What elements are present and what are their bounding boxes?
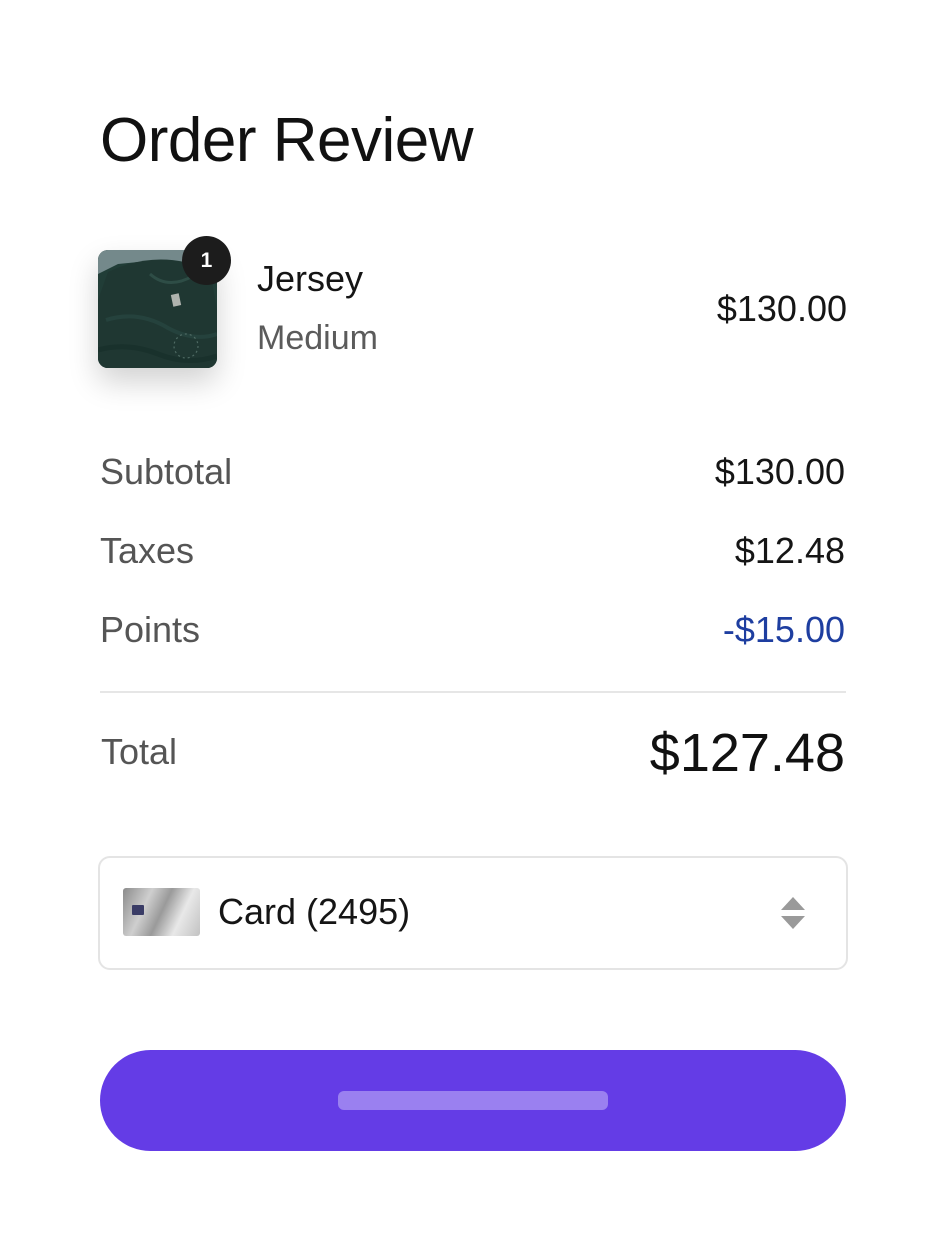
item-variant: Medium [257,319,378,357]
payment-method-select[interactable]: Card (2495) [98,856,848,970]
points-row: Points -$15.00 [100,608,845,687]
total-value: $127.48 [649,723,845,783]
total-label: Total [101,731,178,772]
taxes-row: Taxes $12.48 [100,529,845,608]
button-label-placeholder [338,1091,608,1110]
taxes-value: $12.48 [734,530,845,571]
payment-method-label: Card (2495) [218,891,411,932]
subtotal-value: $130.00 [714,451,845,492]
item-name: Jersey [257,258,364,299]
subtotal-row: Subtotal $130.00 [100,450,845,529]
subtotal-label: Subtotal [100,451,233,492]
credit-card-icon [123,888,200,936]
summary-divider [100,691,846,693]
item-price: $130.00 [716,288,847,329]
taxes-label: Taxes [100,530,195,571]
points-label: Points [100,609,201,650]
page-title: Order Review [100,106,474,175]
order-line-item: 1 Jersey Medium $130.00 [98,236,847,368]
place-order-button[interactable] [100,1050,846,1151]
quantity-badge: 1 [182,236,231,285]
points-discount-value: -$15.00 [722,609,845,650]
chevron-up-down-icon [781,897,805,929]
price-summary: Subtotal $130.00 Taxes $12.48 Points -$1… [100,450,845,687]
